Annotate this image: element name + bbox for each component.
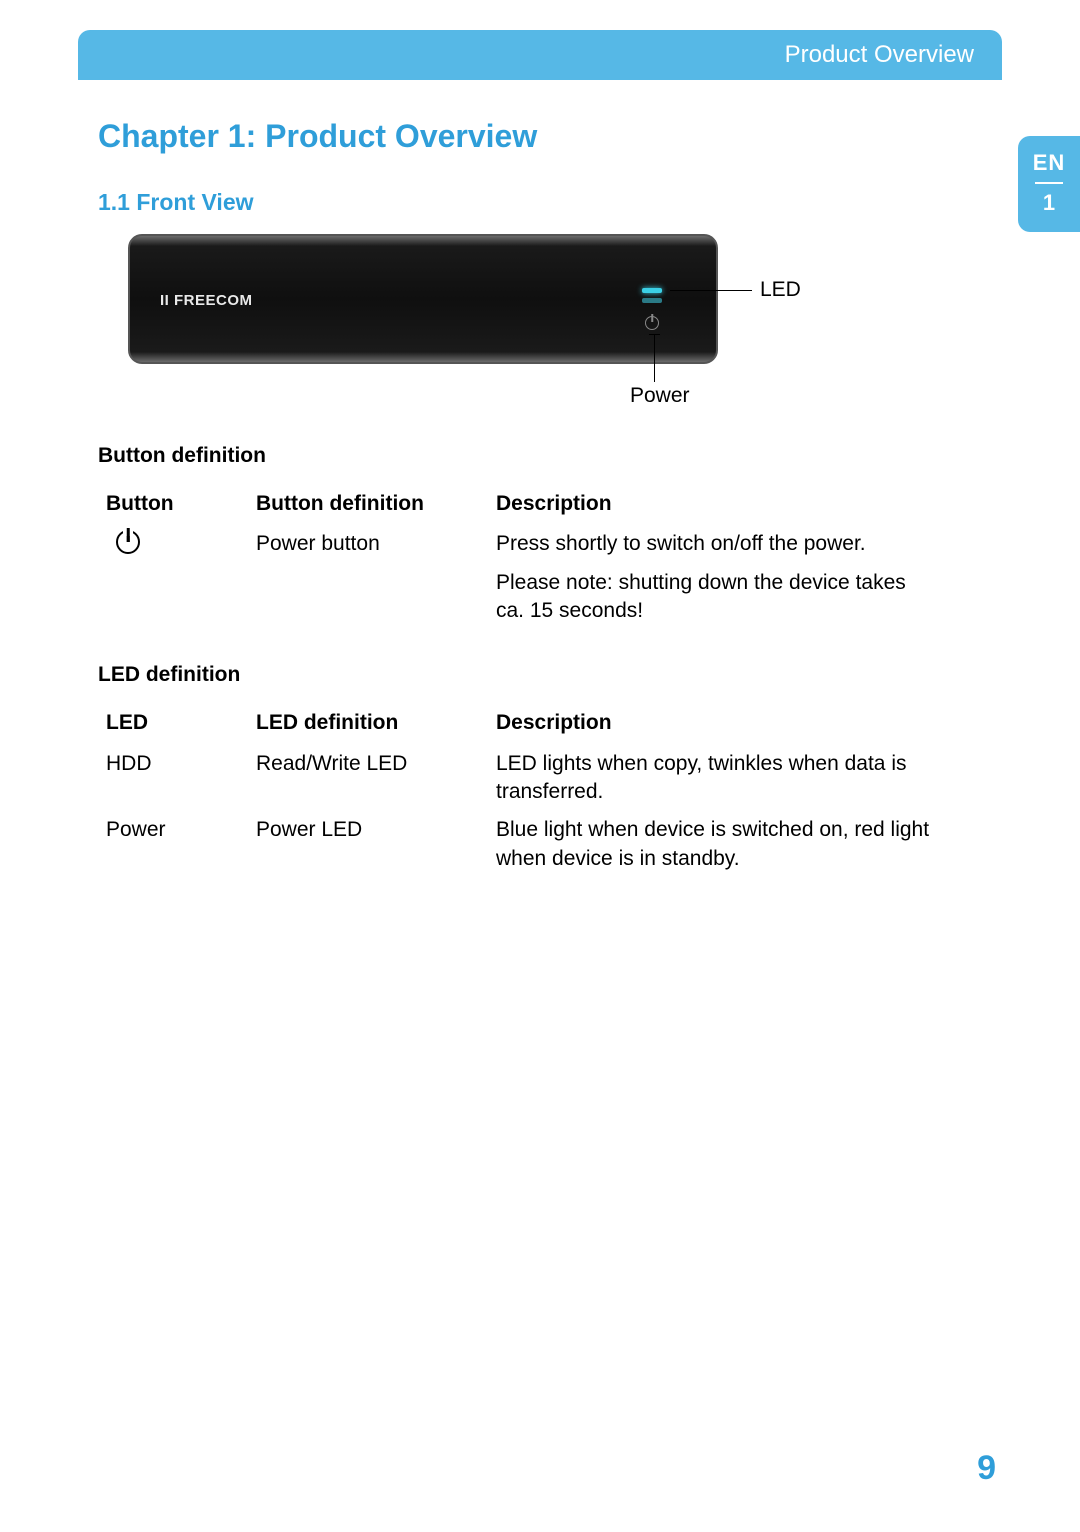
chapter-title: Chapter 1: Product Overview — [98, 118, 940, 155]
callout-power-line — [654, 334, 655, 382]
button-definition-heading: Button definition — [98, 444, 940, 468]
device-power-icon — [645, 316, 659, 330]
side-tab-lang: EN — [1018, 150, 1080, 176]
device-led-top — [642, 288, 662, 293]
page-header: Product Overview — [78, 30, 1002, 80]
led-definition-cell: Read/Write LED — [248, 748, 488, 815]
led-definition-table: LED LED definition Description HDD Read/… — [98, 705, 940, 881]
button-definition-cell: Power button — [248, 528, 488, 633]
device-led-bottom — [642, 298, 662, 303]
side-tab-chapter: 1 — [1018, 190, 1080, 216]
button-icon-cell — [98, 528, 248, 633]
table-row: Power button Press shortly to switch on/… — [98, 528, 940, 633]
callout-power-label: Power — [630, 384, 690, 408]
led-description-cell: Blue light when device is switched on, r… — [488, 814, 940, 881]
led-description-cell: LED lights when copy, twinkles when data… — [488, 748, 940, 815]
page-content: Chapter 1: Product Overview 1.1 Front Vi… — [98, 118, 940, 881]
page-number: 9 — [977, 1449, 996, 1488]
power-icon — [116, 530, 140, 554]
callout-led-line — [670, 290, 752, 291]
table-row: Power Power LED Blue light when device i… — [98, 814, 940, 881]
led-definition-cell: Power LED — [248, 814, 488, 881]
header-title: Product Overview — [785, 41, 974, 69]
led-name-cell: HDD — [98, 748, 248, 815]
col-description: Description — [488, 705, 940, 747]
callout-led-label: LED — [760, 278, 801, 302]
col-button-definition: Button definition — [248, 486, 488, 528]
front-view-figure: II FREECOM LED Power — [128, 234, 940, 414]
col-description: Description — [488, 486, 940, 528]
col-button: Button — [98, 486, 248, 528]
col-led-definition: LED definition — [248, 705, 488, 747]
side-tab-divider — [1035, 182, 1063, 184]
led-name-cell: Power — [98, 814, 248, 881]
table-header-row: LED LED definition Description — [98, 705, 940, 747]
table-row: HDD Read/Write LED LED lights when copy,… — [98, 748, 940, 815]
side-tab: EN 1 — [1018, 136, 1080, 232]
col-led: LED — [98, 705, 248, 747]
device-brand-label: II FREECOM — [160, 292, 253, 309]
description-line: Please note: shutting down the device ta… — [496, 569, 932, 626]
description-line: Press shortly to switch on/off the power… — [496, 530, 932, 558]
device-body: II FREECOM — [128, 234, 718, 364]
button-definition-table: Button Button definition Description Pow… — [98, 486, 940, 633]
table-header-row: Button Button definition Description — [98, 486, 940, 528]
led-definition-heading: LED definition — [98, 663, 940, 687]
section-title: 1.1 Front View — [98, 189, 940, 216]
button-description-cell: Press shortly to switch on/off the power… — [488, 528, 940, 633]
